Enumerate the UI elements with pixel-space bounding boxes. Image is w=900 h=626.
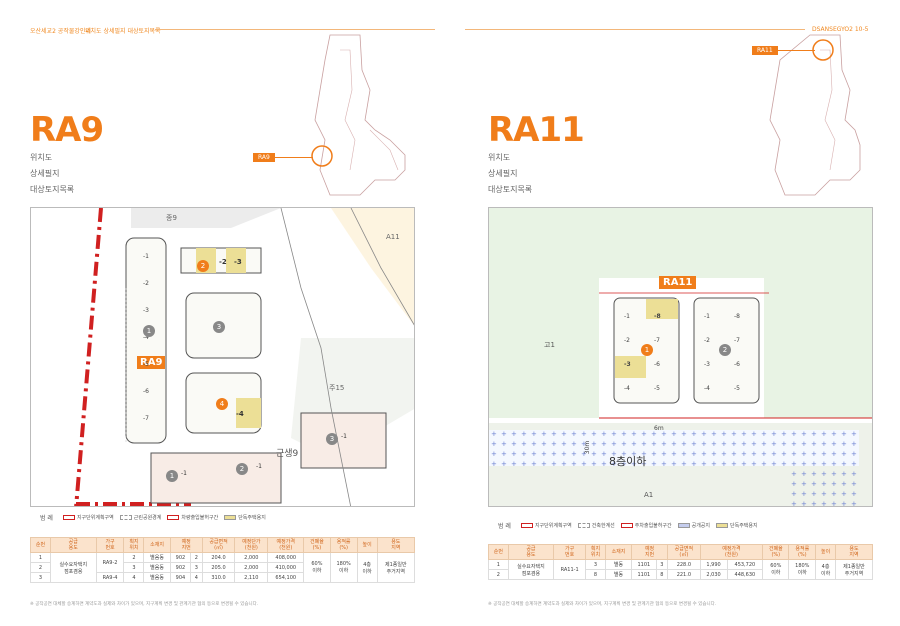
footnote: ※ 공작공연 대체할 승계하면 계약도과 실제와 차이가 있으며, 지구계획 변… (488, 602, 717, 607)
legend: 범 례 지구단위계획구역 건축한계선 주차출입불허구간 공개공지 단독주택용지 (498, 521, 758, 530)
lot-bottom-2: -1 (256, 463, 262, 470)
dim-6m: 6m (654, 425, 664, 432)
legend-item-housing: 단독주택용지 (716, 522, 758, 529)
left-page: 오산세교2 공작물강인네 위치도 상세필지 대상토지목록 RA9 위치도 상세필… (0, 0, 450, 626)
dim-30m: 30m (584, 440, 592, 455)
parcel-map-drawing (31, 208, 414, 506)
page-title: RA11 (488, 110, 585, 150)
lot-column-1: -1 -2 -3 -4 (624, 313, 631, 392)
page-title: RA9 (30, 110, 104, 150)
marker-1: 1 (641, 344, 653, 356)
table-row: 1 실수요자택지 점포겸용 RA11-1 3 별동 1101 3 228.0 1,99… (488, 559, 874, 580)
parcel-map-drawing: + (489, 208, 872, 506)
lot-block4-4: -4 (236, 410, 244, 418)
lot-upper-2: -2 (219, 258, 227, 266)
location-minimap (769, 34, 861, 196)
parcel-map: + 고1 RA11 8층이하 A1 -1 -2 -3 -4 -8 -7 -6 -… (488, 207, 873, 507)
lot-column-2: -8 -7 -6 -5 (654, 313, 661, 392)
lot-bottom-1: -1 (181, 470, 187, 477)
legend-item-park: 근린공원경계 (119, 514, 161, 521)
zone-label-top: 종9 (166, 214, 177, 222)
marker-2: 2 (197, 260, 209, 272)
lot-column-1: -1 -2 -3 -4 -5 -6 -7 (143, 253, 149, 422)
sub-list: 대상토지목록 (30, 185, 75, 194)
legend-title: 범 례 (40, 515, 53, 522)
footnote: ※ 공작공연 대체할 승계하면 계약도과 실제와 차이가 있으며, 지구계획 변… (30, 602, 259, 607)
legend-item-no-parking: 주차출입불허구간 (620, 522, 672, 529)
lot-bottom-3: -1 (341, 433, 347, 440)
map-badge: RA11 (659, 276, 697, 289)
road-label: 근생9 (276, 449, 299, 459)
legend-title: 범 례 (498, 523, 511, 530)
minimap-callout: RA11 (752, 46, 778, 55)
zone-label-a1: A1 (644, 491, 654, 499)
parcel-map: 종9 A11 주15 근생9 RA9 -1 -2 -3 -4 -5 -6 -7 … (30, 207, 415, 507)
land-table: 순번 공급 용도 가구 번호 획지 위치 소재지 예정 지번 공급면적 (㎡) 예정단가 … (30, 537, 416, 583)
zone-label-go: 고1 (544, 341, 555, 349)
zone-label-ju15: 주15 (329, 384, 345, 392)
marker-2: 2 (719, 344, 731, 356)
header-doc-title: 오산세교2 공작물강인네 (30, 28, 91, 35)
lot-column-3: -1 -2 -3 -4 (704, 313, 710, 392)
table-row: 1 실수요자택지 점포겸용 RA9-2 2 별음동 902 2 204.0 2,000… (30, 552, 416, 583)
location-minimap (311, 34, 406, 196)
floors-label: 8층이하 (609, 455, 647, 468)
sub-list: 대상토지목록 (488, 185, 533, 194)
marker-bottom-1: 1 (166, 470, 178, 482)
marker-1: 1 (143, 325, 155, 337)
land-table: 순번 공급 용도 가구 번호 획지 위치 소재지 예정 지번 공급면적 (㎡) 예정가격 … (488, 544, 874, 580)
legend-item-district: 지구단위계획구역 (62, 514, 114, 521)
legend: 범 례 지구단위계획구역 근린공원경계 차량출입불허구간 단독주택용지 (40, 513, 266, 522)
legend-item-housing: 단독주택용지 (224, 514, 266, 521)
legend-item-no-entry: 차량출입불허구간 (167, 514, 218, 521)
zone-label-a11: A11 (386, 233, 400, 241)
lot-upper-3: -3 (234, 258, 242, 266)
marker-4: 4 (216, 398, 228, 410)
sub-location: 위치도 (30, 153, 53, 162)
legend-item-open-space: 공개공지 (677, 522, 710, 529)
sub-location: 위치도 (488, 153, 511, 162)
marker-bottom-2: 2 (236, 463, 248, 475)
sub-parcel: 상세필지 (30, 169, 60, 178)
header-section: 위치도 상세필지 대상토지목록 (85, 28, 161, 35)
legend-item-district: 지구단위계획구역 (520, 522, 572, 529)
sub-parcel: 상세필지 (488, 169, 518, 178)
marker-3: 3 (213, 321, 225, 333)
legend-item-building-line: 건축한계선 (577, 522, 615, 529)
right-page: DSANSEGYO2 10-5 RA11 위치도 상세필지 대상토지목록 RA1… (450, 0, 900, 626)
minimap-callout: RA9 (253, 153, 275, 162)
lot-column-4: -8 -7 -6 -5 (734, 313, 740, 392)
marker-bottom-3: 3 (326, 433, 338, 445)
